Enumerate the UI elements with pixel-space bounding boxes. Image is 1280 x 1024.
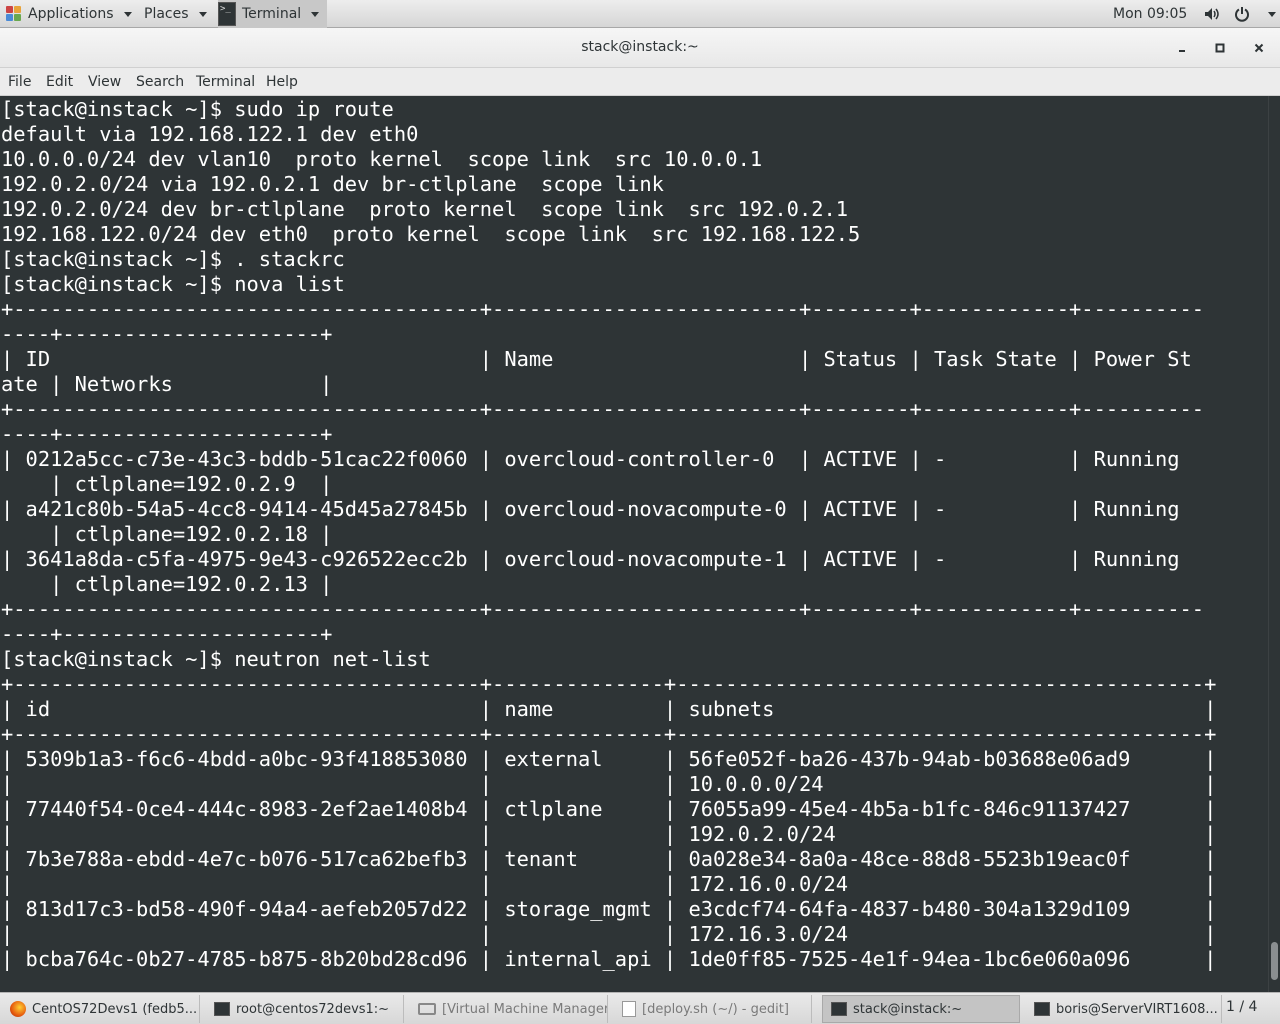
terminal-line: | | | 172.16.0.0/24 | xyxy=(1,872,1217,896)
menu-view[interactable]: View xyxy=(88,74,121,90)
status-area[interactable] xyxy=(1204,0,1276,28)
close-button[interactable] xyxy=(1249,38,1269,58)
gedit-icon xyxy=(622,1001,636,1017)
menu-bar: File Edit View Search Terminal Help xyxy=(0,68,1280,96)
terminal-output[interactable]: [stack@instack ~]$ sudo ip route default… xyxy=(0,96,1268,992)
terminal-line: [stack@instack ~]$ . stackrc xyxy=(1,247,345,271)
menu-search[interactable]: Search xyxy=(136,74,184,90)
terminal-line: +--------------------------------------+… xyxy=(1,397,1205,421)
task-label: stack@instack:~ xyxy=(853,1001,963,1017)
terminal-line: +--------------------------------------+… xyxy=(1,672,1217,696)
terminal-line: 10.0.0.0/24 dev vlan10 proto kernel scop… xyxy=(1,147,763,171)
terminal-line: [stack@instack ~]$ neutron net-list xyxy=(1,647,431,671)
terminal-line: default via 192.168.122.1 dev eth0 xyxy=(1,122,419,146)
task-label: CentOS72Devs1 (fedb5... xyxy=(32,1001,198,1017)
chevron-down-icon[interactable] xyxy=(1268,11,1276,17)
terminal-line: | 813d17c3-bd58-490f-94a4-aefeb2057d22 |… xyxy=(1,897,1217,921)
terminal-line: | ctlplane=192.0.2.9 | xyxy=(1,472,333,496)
terminal-icon xyxy=(1034,1002,1050,1016)
terminal-line: | ctlplane=192.0.2.13 | xyxy=(1,572,333,596)
task-label: root@centos72devs1:~ xyxy=(236,1001,390,1017)
terminal-scrollbar[interactable] xyxy=(1268,96,1280,992)
terminal-line: | 7b3e788a-ebdd-4e7c-b076-517ca62befb3 |… xyxy=(1,847,1217,871)
minimize-button[interactable] xyxy=(1172,38,1192,58)
volume-icon[interactable] xyxy=(1204,6,1220,22)
terminal-line: +--------------------------------------+… xyxy=(1,597,1205,621)
terminal-line: | 3641a8da-c5fa-4975-9e43-c926522ecc2b |… xyxy=(1,547,1180,571)
terminal-line: ----+---------------------+ xyxy=(1,622,333,646)
clock[interactable]: Mon 09:05 xyxy=(1113,0,1187,28)
close-icon xyxy=(1254,43,1264,53)
terminal-line: | | | 10.0.0.0/24 | xyxy=(1,772,1217,796)
terminal-lines: [stack@instack ~]$ sudo ip route default… xyxy=(1,97,1216,972)
window-title-bar[interactable]: stack@instack:~ xyxy=(0,28,1280,68)
terminal-icon xyxy=(831,1002,847,1016)
firefox-icon xyxy=(10,1001,26,1017)
applications-label: Applications xyxy=(28,6,114,22)
terminal-icon xyxy=(214,1002,230,1016)
terminal-line: +--------------------------------------+… xyxy=(1,722,1217,746)
terminal-line: 192.0.2.0/24 via 192.0.2.1 dev br-ctlpla… xyxy=(1,172,664,196)
terminal-line: | a421c80b-54a5-4cc8-9414-45d45a27845b |… xyxy=(1,497,1180,521)
terminal-line: 192.168.122.0/24 dev eth0 proto kernel s… xyxy=(1,222,861,246)
scrollbar-thumb[interactable] xyxy=(1271,942,1278,980)
menu-terminal[interactable]: Terminal xyxy=(196,74,255,90)
terminal-line: [stack@instack ~]$ nova list xyxy=(1,272,345,296)
terminal-line: ----+---------------------+ xyxy=(1,322,333,346)
task-virt-manager[interactable]: [Virtual Machine Manager] xyxy=(410,995,608,1023)
menu-edit[interactable]: Edit xyxy=(46,74,73,90)
minimize-icon xyxy=(1179,50,1185,52)
terminal-line: | ctlplane=192.0.2.18 | xyxy=(1,522,333,546)
menu-file[interactable]: File xyxy=(8,74,31,90)
task-label: [deploy.sh (~/) - gedit] xyxy=(642,1001,789,1017)
top-panel: Applications Places >_ Terminal Mon 09:0… xyxy=(0,0,1280,28)
power-icon[interactable] xyxy=(1234,6,1250,22)
task-root-terminal[interactable]: root@centos72devs1:~ xyxy=(206,995,404,1023)
places-label: Places xyxy=(144,6,189,22)
maximize-button[interactable] xyxy=(1210,38,1230,58)
terminal-line: | 0212a5cc-c73e-43c3-bddb-51cac22f0060 |… xyxy=(1,447,1180,471)
terminal-line: [stack@instack ~]$ sudo ip route xyxy=(1,97,394,121)
task-firefox[interactable]: CentOS72Devs1 (fedb5... xyxy=(2,995,200,1023)
task-boris-terminal[interactable]: boris@ServerVIRT1608... xyxy=(1026,995,1222,1023)
terminal-line: 192.0.2.0/24 dev br-ctlplane proto kerne… xyxy=(1,197,849,221)
chevron-down-icon xyxy=(198,11,207,17)
terminal-line: ate | Networks | xyxy=(1,372,333,396)
task-label: [Virtual Machine Manager] xyxy=(442,1001,608,1017)
places-menu[interactable]: Places xyxy=(144,0,207,28)
chevron-down-icon xyxy=(311,11,320,17)
maximize-icon xyxy=(1215,43,1225,53)
menu-help[interactable]: Help xyxy=(266,74,298,90)
terminal-line: ----+---------------------+ xyxy=(1,422,333,446)
terminal-app-menu[interactable]: >_ Terminal xyxy=(218,0,328,28)
terminal-line: | ID | Name | Status | Task State | Powe… xyxy=(1,347,1192,371)
terminal-line: | 5309b1a3-f6c6-4bdd-a0bc-93f418853080 |… xyxy=(1,747,1217,771)
window-title: stack@instack:~ xyxy=(581,39,699,55)
task-label: boris@ServerVIRT1608... xyxy=(1056,1001,1218,1017)
task-stack-terminal[interactable]: stack@instack:~ xyxy=(822,995,1020,1023)
terminal-app-label: Terminal xyxy=(242,6,302,22)
terminal-line: | | | 192.0.2.0/24 | xyxy=(1,822,1217,846)
terminal-icon: >_ xyxy=(218,2,236,26)
terminal-line: | | | 172.16.3.0/24 | xyxy=(1,922,1217,946)
chevron-down-icon xyxy=(123,11,132,17)
vm-manager-icon xyxy=(418,1003,436,1015)
terminal-line: | 77440f54-0ce4-444c-8983-2ef2ae1408b4 |… xyxy=(1,797,1217,821)
applications-menu[interactable]: Applications xyxy=(6,0,132,28)
window-list-taskbar: CentOS72Devs1 (fedb5... root@centos72dev… xyxy=(0,992,1280,1024)
terminal-line: | bcba764c-0b27-4785-b875-8b20bd28cd96 |… xyxy=(1,947,1217,971)
gnome-foot-icon xyxy=(6,6,22,22)
terminal-line: +--------------------------------------+… xyxy=(1,297,1205,321)
task-gedit[interactable]: [deploy.sh (~/) - gedit] xyxy=(614,995,812,1023)
terminal-line: | id | name | subnets | xyxy=(1,697,1217,721)
workspace-switcher[interactable]: 1 / 4 xyxy=(1226,999,1257,1015)
